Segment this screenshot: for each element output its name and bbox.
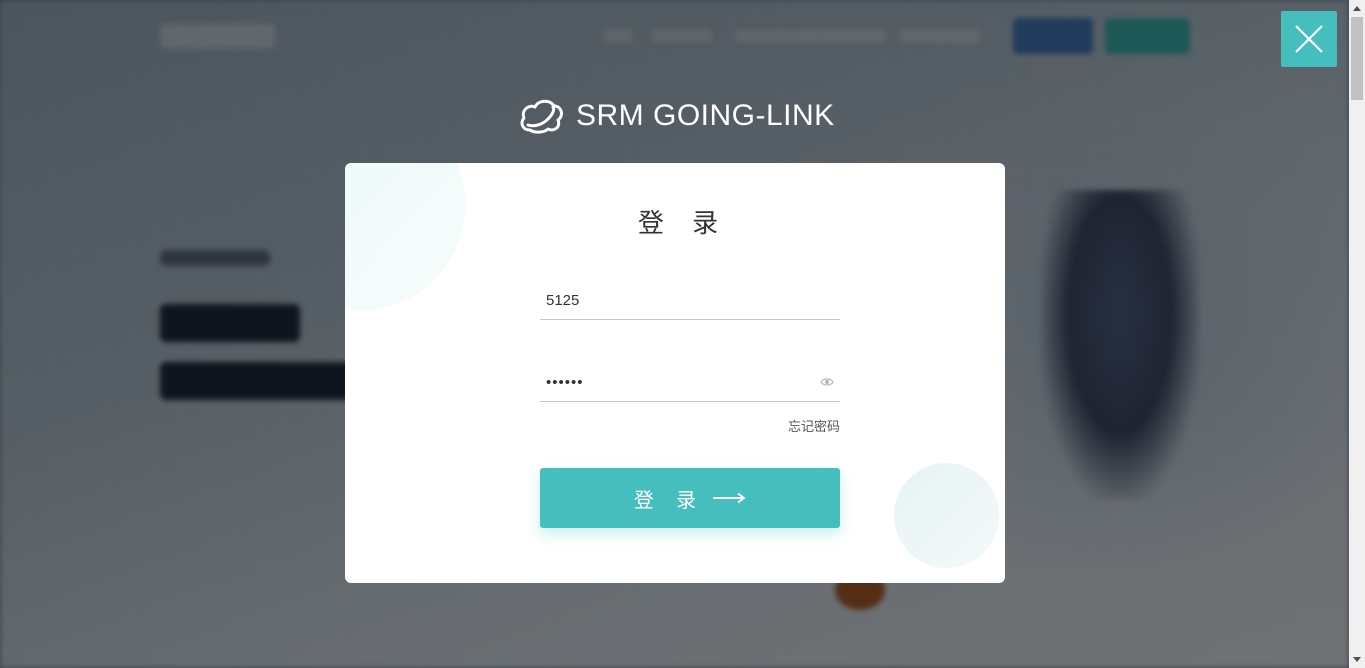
login-button-label: 登 录 [633,487,705,512]
eye-icon[interactable] [820,376,834,388]
close-icon [1295,25,1323,53]
cloud-logo-icon [520,99,563,134]
arrow-right-icon [713,492,746,504]
close-button[interactable] [1281,11,1337,67]
username-field [540,283,840,320]
brand-logo: SRM GOING-LINK [518,96,835,136]
dialog-title: 登 录 [637,209,729,239]
password-field [540,365,840,402]
decorative-circle [894,463,999,568]
login-button[interactable]: 登 录 [540,468,840,528]
page-scrollbar[interactable] [1349,0,1365,668]
scrollbar-thumb[interactable] [1351,17,1363,100]
password-input[interactable] [540,365,816,399]
forgot-password-link[interactable]: 忘记密码 [540,416,840,435]
login-dialog: 登 录 忘记密码 登 录 [345,163,1005,583]
scroll-up-arrow-icon[interactable] [1353,6,1361,11]
scroll-down-arrow-icon[interactable] [1353,657,1361,662]
username-input[interactable] [540,283,816,317]
brand-name: SRM GOING-LINK [576,99,835,132]
